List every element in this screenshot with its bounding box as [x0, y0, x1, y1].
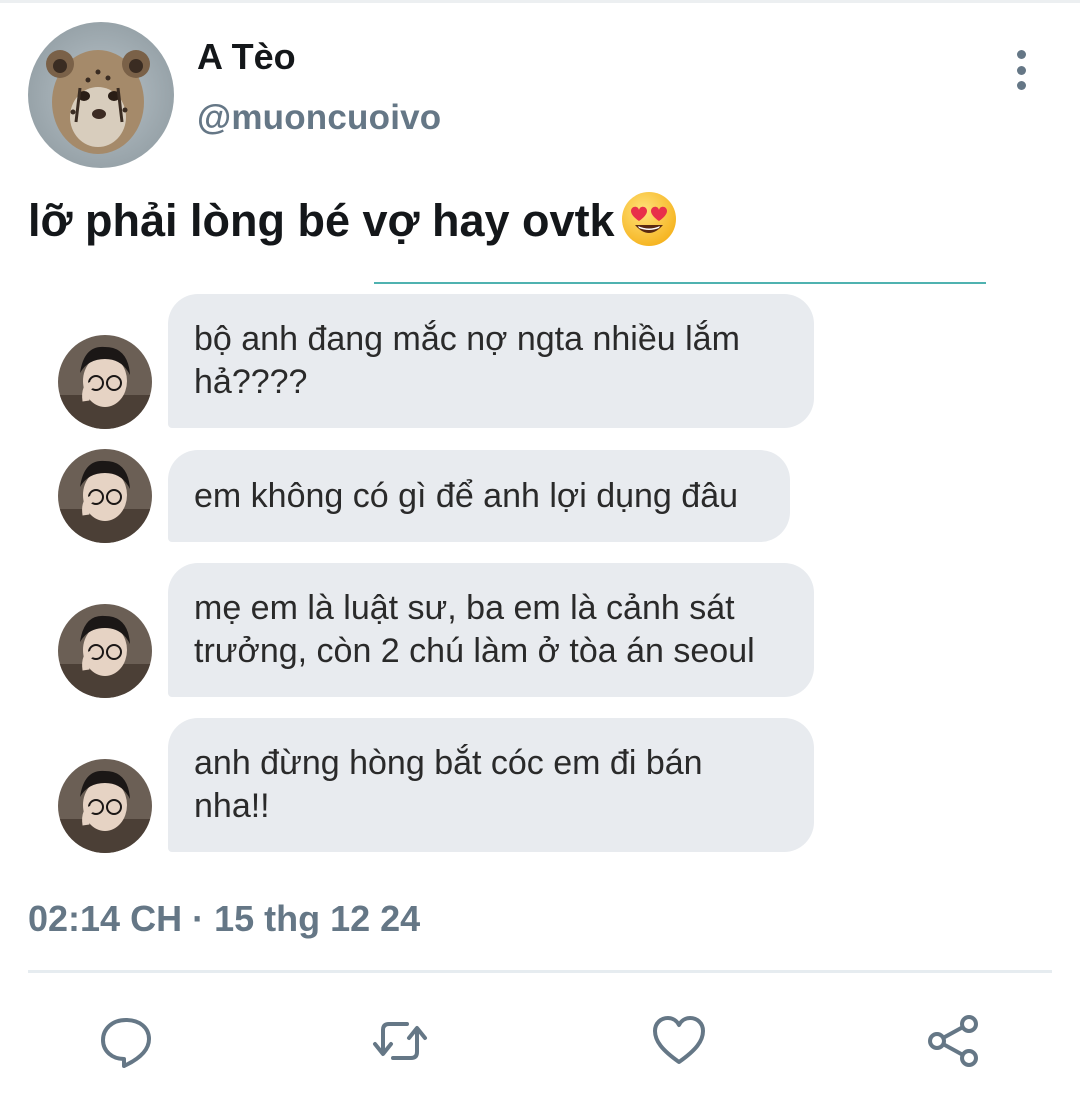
more-dot	[1016, 50, 1026, 59]
more-options-icon[interactable]	[1004, 50, 1038, 90]
image-top-border	[374, 282, 986, 284]
profile-avatar[interactable]	[28, 22, 174, 168]
like-heart-icon[interactable]	[650, 1012, 708, 1070]
message-bubble: bộ anh đang mắc nợ ngta nhiều lắm hả????	[168, 294, 814, 428]
reply-icon[interactable]	[97, 1012, 155, 1070]
tweet-text-content: lỡ phải lòng bé vợ hay ovtk	[28, 195, 615, 246]
sender-avatar	[58, 449, 152, 543]
sender-avatar	[58, 604, 152, 698]
message-line: mẹ em là luật sư, ba em là cảnh sát	[194, 589, 735, 627]
more-dot	[1016, 65, 1026, 75]
message-line: em không có gì để anh lợi dụng đâu	[194, 476, 739, 515]
share-icon[interactable]	[925, 1012, 983, 1070]
action-bar-divider	[28, 970, 1052, 973]
tweet-timestamp[interactable]: 02:14 CH · 15 thg 12 24	[28, 898, 420, 940]
heart-eyes-emoji-icon	[621, 191, 677, 247]
message-bubble: anh đừng hòng bắt cóc em đi bán nha!!	[168, 718, 814, 852]
message-line: trưởng, còn 2 chú làm ở tòa án seoul	[194, 632, 755, 670]
message-bubble: em không có gì để anh lợi dụng đâu	[168, 450, 790, 542]
message-bubble: mẹ em là luật sư, ba em là cảnh sát trưở…	[168, 563, 814, 697]
message-line: nha!!	[194, 787, 270, 825]
more-dot	[1016, 81, 1026, 90]
message-line: bộ anh đang mắc nợ ngta nhiều lắm	[194, 320, 740, 358]
sender-avatar	[58, 335, 152, 429]
user-handle[interactable]: @muoncuoivo	[197, 98, 441, 138]
top-divider	[0, 0, 1080, 3]
retweet-icon[interactable]	[371, 1012, 429, 1070]
sender-avatar	[58, 759, 152, 853]
tweet-text: lỡ phải lòng bé vợ hay ovtk	[28, 192, 677, 252]
message-line: hả????	[194, 363, 308, 401]
display-name[interactable]: A Tèo	[197, 36, 296, 78]
message-line: anh đừng hòng bắt cóc em đi bán	[194, 744, 703, 782]
